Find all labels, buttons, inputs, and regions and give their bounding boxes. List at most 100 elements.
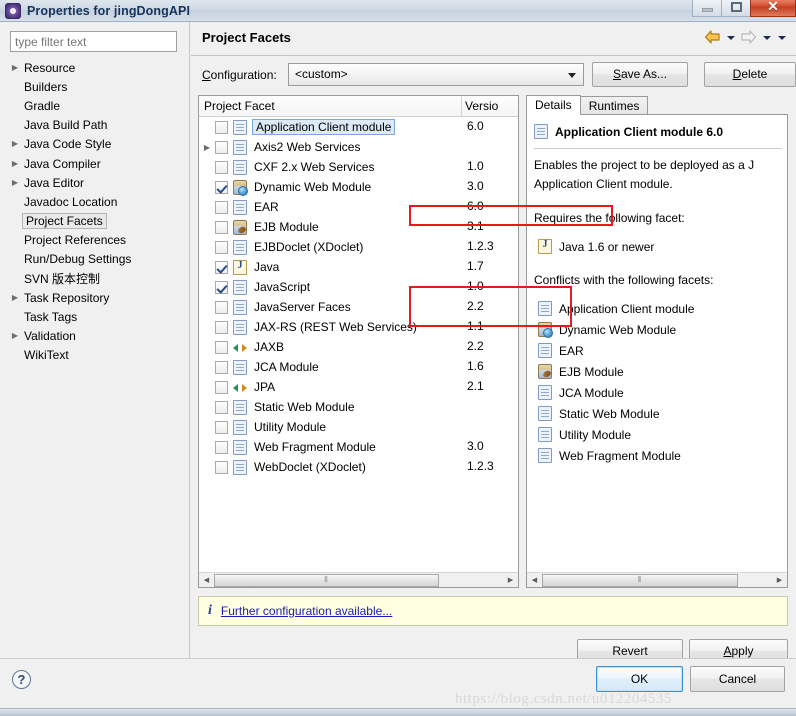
sidebar-item-javadoc-location[interactable]: ▶Javadoc Location (0, 192, 189, 211)
tab-runtimes[interactable]: Runtimes (579, 96, 649, 115)
table-row[interactable]: ▶JAXB2.2 (199, 337, 518, 357)
save-as-button[interactable]: Save As... (592, 62, 688, 87)
column-header-version[interactable]: Versio (465, 99, 498, 113)
scroll-left-icon[interactable]: ◀ (199, 572, 214, 587)
sidebar-item-java-editor[interactable]: ▶ Java Editor (0, 173, 189, 192)
web-module-icon (538, 322, 553, 338)
list-item-label: Application Client module (559, 301, 695, 316)
facet-checkbox[interactable] (215, 160, 228, 174)
cancel-button[interactable]: Cancel (690, 666, 785, 692)
scroll-right-icon[interactable]: ▶ (772, 572, 787, 587)
info-icon: i (208, 603, 212, 618)
further-configuration-link[interactable]: Further configuration available... (221, 604, 392, 618)
table-row[interactable]: ▶Utility Module (199, 417, 518, 437)
sidebar-item-java-code-style[interactable]: ▶ Java Code Style (0, 135, 189, 154)
facet-checkbox[interactable] (215, 300, 228, 314)
table-row[interactable]: ▶JavaScript1.0 (199, 277, 518, 297)
facet-checkbox[interactable] (215, 460, 228, 474)
expand-triangle-icon[interactable]: ▶ (199, 143, 215, 152)
sidebar-item-wikitext[interactable]: ▶WikiText (0, 346, 189, 365)
details-hscrollbar[interactable]: ◀ ⦀ ▶ (527, 572, 787, 587)
table-row[interactable]: ▶EJB Module3.1 (199, 217, 518, 237)
settings-page: Project Facets Configuration: <custom> S… (191, 22, 796, 664)
document-icon (233, 279, 247, 295)
configuration-combo[interactable]: <custom> (288, 63, 584, 86)
facet-checkbox[interactable] (215, 220, 228, 234)
facet-checkbox[interactable] (215, 200, 228, 214)
column-header-project-facet[interactable]: Project Facet (204, 99, 275, 113)
minimize-button[interactable] (692, 0, 722, 17)
facet-checkbox[interactable] (215, 260, 228, 274)
facet-checkbox[interactable] (215, 240, 228, 254)
help-icon[interactable]: ? (12, 670, 31, 689)
facet-table[interactable]: Project Facet Versio ▶ Application Client… (198, 95, 519, 588)
filter-input[interactable] (10, 31, 177, 52)
sidebar-item-java-build-path[interactable]: ▶Java Build Path (0, 116, 189, 135)
back-history-chevron-down-icon[interactable] (724, 29, 737, 45)
expand-triangle-icon[interactable]: ▶ (8, 63, 22, 72)
sidebar-item-svn[interactable]: ▶SVN 版本控制 (0, 269, 189, 288)
expand-triangle-icon[interactable]: ▶ (8, 332, 22, 340)
sidebar-item-run-debug-settings[interactable]: ▶Run/Debug Settings (0, 250, 189, 269)
sidebar-item-resource[interactable]: ▶ Resource (0, 58, 189, 77)
table-row[interactable]: ▶JAX-RS (REST Web Services)1.1 (199, 317, 518, 337)
expand-triangle-icon[interactable]: ▶ (8, 159, 22, 168)
ok-button[interactable]: OK (596, 666, 683, 692)
table-row[interactable]: ▶Dynamic Web Module3.0 (199, 177, 518, 197)
table-row[interactable]: ▶JavaServer Faces2.2 (199, 297, 518, 317)
table-row[interactable]: ▶CXF 2.x Web Services1.0 (199, 157, 518, 177)
forward-history-chevron-down-icon[interactable] (760, 29, 773, 45)
facet-checkbox[interactable] (215, 360, 228, 374)
table-row[interactable]: ▶EJBDoclet (XDoclet)1.2.3 (199, 237, 518, 257)
facet-checkbox[interactable] (215, 420, 228, 434)
list-item: Utility Module (538, 427, 631, 442)
facet-checkbox[interactable] (215, 340, 228, 354)
scroll-right-icon[interactable]: ▶ (503, 572, 518, 587)
facet-checkbox[interactable] (215, 380, 228, 394)
scroll-left-icon[interactable]: ◀ (527, 572, 542, 587)
details-scroll-thumb[interactable]: ⦀ (542, 573, 738, 587)
table-row[interactable]: ▶Web Fragment Module3.0 (199, 437, 518, 457)
sidebar-item-label: SVN 版本控制 (24, 272, 101, 287)
facet-name: Dynamic Web Module (254, 180, 372, 194)
details-scroll-track[interactable]: ⦀ (542, 572, 772, 587)
close-button[interactable]: ✕ (750, 0, 796, 17)
facet-hscrollbar[interactable]: ◀ ⦀ ▶ (199, 572, 518, 587)
expand-triangle-icon[interactable]: ▶ (8, 293, 22, 302)
facet-name: JavaScript (254, 280, 311, 294)
table-row[interactable]: ▶JPA2.1 (199, 377, 518, 397)
sidebar-item-project-facets[interactable]: ▶Project Facets (0, 212, 189, 231)
table-row[interactable]: ▶Application Client module6.0 (199, 117, 518, 137)
table-row[interactable]: ▶Static Web Module (199, 397, 518, 417)
table-row[interactable]: ▶WebDoclet (XDoclet)1.2.3 (199, 457, 518, 477)
table-row[interactable]: ▶Java1.7 (199, 257, 518, 277)
facet-checkbox[interactable] (215, 440, 228, 454)
sidebar-item-task-repository[interactable]: ▶ Task Repository (0, 288, 189, 307)
sidebar-item-gradle[interactable]: ▶Gradle (0, 96, 189, 115)
column-divider[interactable] (461, 96, 462, 116)
facet-checkbox[interactable] (215, 320, 228, 334)
arrow-left-icon[interactable] (703, 29, 722, 45)
sidebar-item-task-tags[interactable]: ▶Task Tags (0, 307, 189, 326)
table-row[interactable]: ▶ Axis2 Web Services (199, 137, 518, 157)
view-menu-chevron-down-icon[interactable] (775, 29, 788, 45)
facet-scroll-track[interactable]: ⦀ (214, 572, 503, 587)
window-controls: ✕ (692, 0, 796, 17)
expand-triangle-icon[interactable]: ▶ (8, 178, 22, 187)
sidebar-item-java-compiler[interactable]: ▶ Java Compiler (0, 154, 189, 173)
sidebar-item-project-references[interactable]: ▶Project References (0, 231, 189, 250)
facet-checkbox[interactable] (215, 140, 228, 154)
delete-button[interactable]: Delete (704, 62, 796, 87)
tab-details[interactable]: Details (526, 95, 581, 115)
facet-checkbox[interactable] (215, 280, 228, 294)
sidebar-item-builders[interactable]: ▶Builders (0, 77, 189, 96)
facet-checkbox[interactable] (215, 400, 228, 414)
expand-triangle-icon[interactable]: ▶ (8, 140, 22, 148)
maximize-button[interactable] (721, 0, 751, 17)
table-row[interactable]: ▶EAR6.0 (199, 197, 518, 217)
table-row[interactable]: ▶JCA Module1.6 (199, 357, 518, 377)
facet-scroll-thumb[interactable]: ⦀ (214, 573, 439, 587)
facet-checkbox[interactable] (215, 180, 228, 194)
facet-checkbox[interactable] (215, 120, 228, 134)
sidebar-item-validation[interactable]: ▶ Validation (0, 327, 189, 346)
